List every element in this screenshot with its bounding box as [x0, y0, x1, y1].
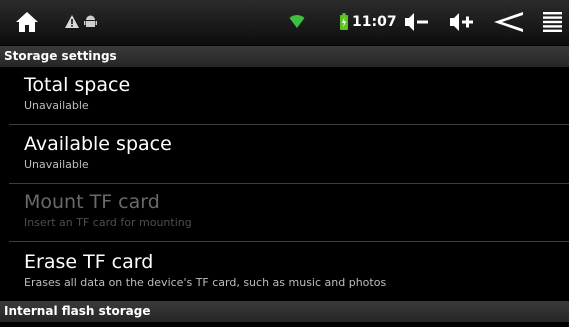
divider [9, 124, 569, 125]
volume-up-icon[interactable] [450, 13, 474, 31]
warning-icon [65, 15, 79, 28]
pref-summary: Unavailable [24, 158, 89, 171]
pref-erase-tf-card[interactable]: Erase TF card Erases all data on the dev… [0, 251, 569, 289]
pref-summary: Insert an TF card for mounting [24, 216, 192, 229]
pref-available-space[interactable]: Available space Unavailable [0, 133, 569, 171]
section-header-internal-flash-storage: Internal flash storage [0, 301, 569, 322]
divider [9, 241, 569, 242]
pref-title: Erase TF card [24, 251, 154, 273]
battery-icon [340, 13, 348, 30]
pref-title: Total space [24, 74, 131, 96]
clock-time: 11:07 [352, 14, 397, 30]
divider [9, 183, 569, 184]
android-debug-icon [84, 15, 97, 28]
section-header-storage-settings: Storage settings [0, 46, 569, 67]
wifi-icon [289, 13, 305, 29]
volume-down-icon[interactable] [405, 13, 429, 31]
pref-summary: Unavailable [24, 99, 89, 112]
status-bar: 11:07 [0, 0, 569, 45]
pref-summary: Erases all data on the device's TF card,… [24, 276, 387, 289]
home-icon[interactable] [15, 11, 39, 33]
pref-mount-tf-card: Mount TF card Insert an TF card for moun… [0, 191, 569, 229]
pref-title: Available space [24, 133, 172, 155]
pref-title: Mount TF card [24, 191, 160, 213]
back-icon[interactable] [494, 12, 524, 32]
menu-icon[interactable] [543, 12, 562, 32]
pref-total-space[interactable]: Total space Unavailable [0, 74, 569, 112]
